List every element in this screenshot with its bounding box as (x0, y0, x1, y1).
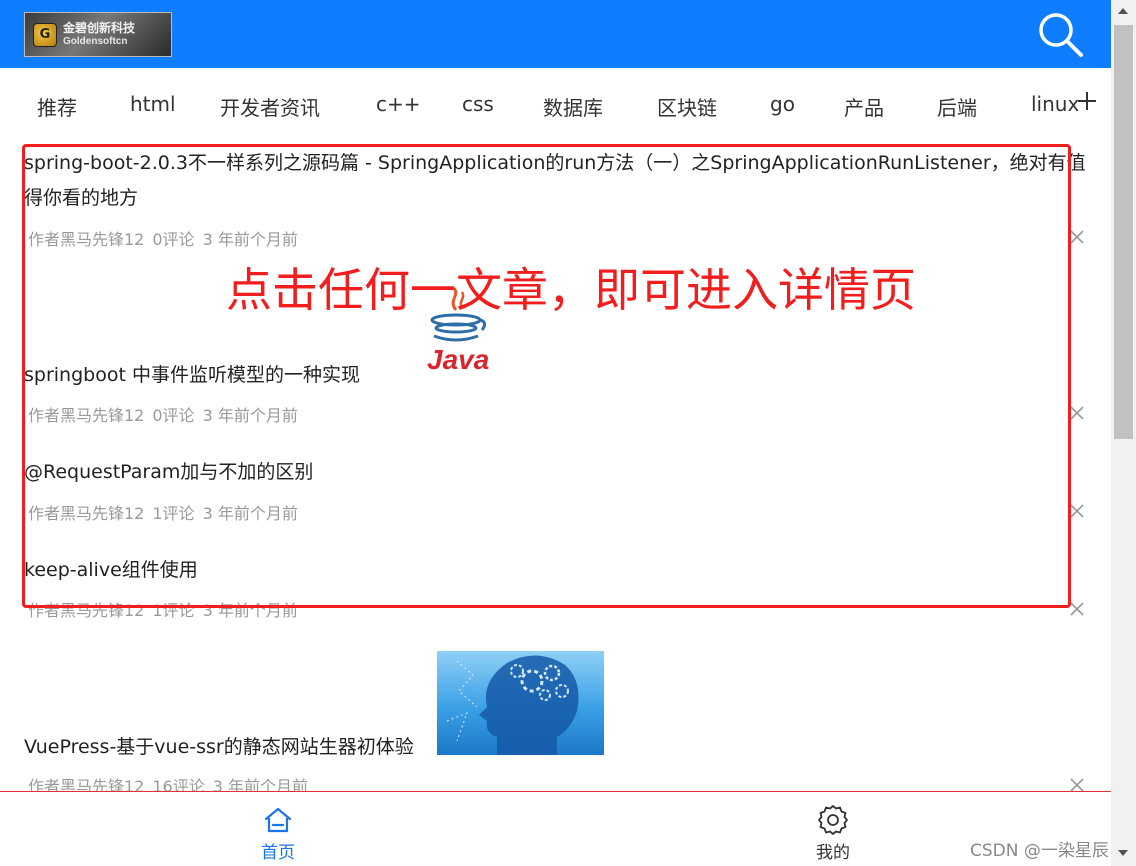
search-icon[interactable] (1034, 8, 1086, 60)
nav-mine[interactable]: 我的 (773, 792, 893, 866)
article-item[interactable]: VuePress-基于vue-ssr的静态网站生器初体验 (24, 730, 1104, 765)
article-item[interactable]: keep-alive组件使用 (24, 553, 1104, 588)
gear-icon (818, 805, 848, 835)
bottom-navigation: 首页 我的 (0, 791, 1111, 866)
tab-html[interactable]: html (130, 92, 176, 116)
csdn-watermark: CSDN @一染星辰 (970, 841, 1109, 861)
category-tabs: 推荐 html 开发者资讯 c++ css 数据库 区块链 go 产品 后端 l… (0, 68, 1111, 140)
article-author: 作者黑马先锋12 (28, 601, 145, 620)
scroll-up-arrow-icon[interactable] (1118, 8, 1128, 14)
tab-cpp[interactable]: c++ (376, 92, 421, 116)
article-time: 3 年前个月前 (202, 406, 298, 425)
nav-mine-label: 我的 (816, 843, 850, 863)
article-title[interactable]: springboot 中事件监听模型的一种实现 (24, 358, 1104, 393)
top-header: G 金碧创新科技 Goldensoftcn (0, 0, 1111, 68)
nav-home-label: 首页 (261, 843, 295, 863)
scroll-down-arrow-icon[interactable] (1118, 850, 1128, 856)
article-item[interactable]: spring-boot-2.0.3不一样系列之源码篇 - SpringAppli… (24, 146, 1104, 216)
add-tab-icon[interactable] (1076, 90, 1098, 112)
article-comments: 1评论 (152, 504, 195, 523)
article-item[interactable]: @RequestParam加与不加的区别 (24, 455, 1104, 490)
tab-blockchain[interactable]: 区块链 (657, 92, 717, 121)
vertical-scrollbar[interactable] (1111, 0, 1136, 866)
article-comments: 1评论 (152, 601, 195, 620)
tab-linux[interactable]: linux (1031, 92, 1079, 116)
article-meta: 作者黑马先锋12 1评论 3 年前个月前 (28, 597, 306, 621)
tab-dev-news[interactable]: 开发者资讯 (220, 92, 320, 121)
close-icon[interactable] (1068, 404, 1086, 422)
tab-go[interactable]: go (770, 92, 795, 116)
site-logo[interactable]: G 金碧创新科技 Goldensoftcn (24, 12, 172, 57)
logo-english-name: Goldensoftcn (63, 35, 128, 47)
home-icon (264, 807, 292, 833)
scroll-thumb[interactable] (1114, 25, 1133, 439)
article-title[interactable]: VuePress-基于vue-ssr的静态网站生器初体验 (24, 730, 1104, 765)
article-time: 3 年前个月前 (202, 601, 298, 620)
article-time: 3 年前个月前 (202, 230, 298, 249)
article-meta: 作者黑马先锋12 1评论 3 年前个月前 (28, 500, 306, 524)
article-item[interactable]: springboot 中事件监听模型的一种实现 (24, 358, 1104, 393)
tab-database[interactable]: 数据库 (543, 92, 603, 121)
article-meta: 作者黑马先锋12 0评论 3 年前个月前 (28, 226, 306, 250)
close-icon[interactable] (1068, 600, 1086, 618)
tab-product[interactable]: 产品 (844, 92, 884, 121)
nav-home[interactable]: 首页 (218, 792, 338, 866)
article-author: 作者黑马先锋12 (28, 406, 145, 425)
close-icon[interactable] (1068, 502, 1086, 520)
tab-css[interactable]: css (462, 92, 494, 116)
logo-chinese-name: 金碧创新科技 (63, 20, 136, 35)
article-author: 作者黑马先锋12 (28, 230, 145, 249)
close-icon[interactable] (1068, 228, 1086, 246)
article-title[interactable]: spring-boot-2.0.3不一样系列之源码篇 - SpringAppli… (24, 146, 1104, 216)
tab-recommend[interactable]: 推荐 (37, 92, 77, 121)
annotation-text: 点击任何一文章，即可进入详情页 (226, 263, 916, 317)
article-meta: 作者黑马先锋12 0评论 3 年前个月前 (28, 402, 306, 426)
article-title[interactable]: keep-alive组件使用 (24, 553, 1104, 588)
logo-mark-icon: G (33, 22, 57, 47)
article-comments: 0评论 (152, 230, 195, 249)
article-author: 作者黑马先锋12 (28, 504, 145, 523)
article-time: 3 年前个月前 (202, 504, 298, 523)
tab-backend[interactable]: 后端 (937, 92, 977, 121)
article-comments: 0评论 (152, 406, 195, 425)
article-title[interactable]: @RequestParam加与不加的区别 (24, 455, 1104, 490)
